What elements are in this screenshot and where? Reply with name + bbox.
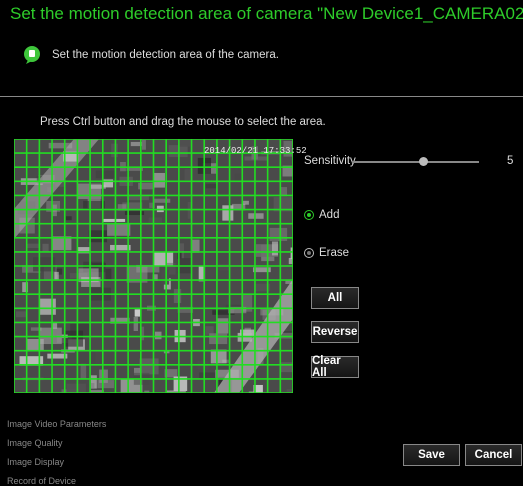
hint-row: Set the motion detection area of the cam… bbox=[22, 42, 279, 68]
sensitivity-value: 5 bbox=[507, 155, 513, 167]
hint-text: Set the motion detection area of the cam… bbox=[52, 49, 279, 61]
cancel-button[interactable]: Cancel bbox=[465, 444, 522, 466]
radio-selected-icon[interactable] bbox=[304, 210, 314, 220]
osd-timestamp: 2014/02/21 17:33:52 bbox=[204, 146, 307, 156]
camera-video-preview[interactable] bbox=[14, 139, 293, 393]
instruction-text: Press Ctrl button and drag the mouse to … bbox=[40, 116, 326, 128]
divider bbox=[0, 96, 523, 97]
sidenav-item[interactable]: Record of Device bbox=[7, 476, 76, 486]
sensitivity-slider-track[interactable] bbox=[352, 161, 479, 163]
save-button[interactable]: Save bbox=[403, 444, 460, 466]
sensitivity-label: Sensitivity bbox=[304, 155, 356, 167]
add-radio-option[interactable]: Add bbox=[304, 207, 339, 223]
sidenav-item[interactable]: Image Quality bbox=[7, 438, 63, 448]
info-bubble-icon bbox=[22, 45, 42, 65]
clear-all-button[interactable]: Clear All bbox=[311, 356, 359, 378]
add-label: Add bbox=[319, 209, 339, 221]
motion-grid[interactable] bbox=[14, 139, 293, 393]
dialog-title: Set the motion detection area of camera … bbox=[10, 4, 523, 24]
sidenav-item[interactable]: Image Video Parameters bbox=[7, 419, 106, 429]
reverse-button[interactable]: Reverse bbox=[311, 321, 359, 343]
sensitivity-slider-thumb[interactable] bbox=[419, 157, 428, 166]
select-all-button[interactable]: All bbox=[311, 287, 359, 309]
erase-radio-option[interactable]: Erase bbox=[304, 245, 349, 261]
erase-label: Erase bbox=[319, 247, 349, 259]
sidenav-item[interactable]: Image Display bbox=[7, 457, 64, 467]
radio-unselected-icon[interactable] bbox=[304, 248, 314, 258]
